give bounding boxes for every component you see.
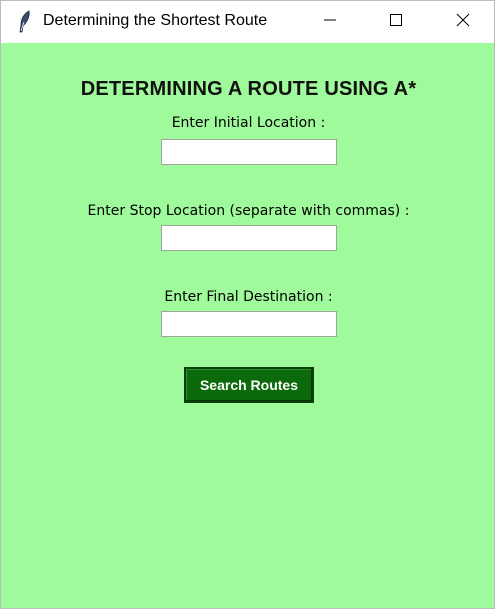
final-destination-label: Enter Final Destination : [164, 289, 333, 305]
main-content: DETERMINING A ROUTE USING A* Enter Initi… [1, 43, 494, 608]
minimize-icon [323, 13, 337, 32]
title-bar[interactable]: Determining the Shortest Route [1, 1, 494, 43]
maximize-button[interactable] [373, 1, 419, 43]
feather-icon [15, 10, 35, 34]
search-routes-button[interactable]: Search Routes [184, 367, 314, 403]
initial-location-label: Enter Initial Location : [171, 115, 326, 131]
initial-location-input[interactable] [161, 139, 337, 165]
app-window: Determining the Shortest Route DETERMINI… [0, 0, 495, 609]
maximize-icon [389, 13, 403, 32]
minimize-button[interactable] [307, 1, 353, 43]
stop-location-input[interactable] [161, 225, 337, 251]
close-icon [456, 13, 470, 32]
close-button[interactable] [440, 1, 486, 43]
window-title: Determining the Shortest Route [43, 12, 268, 29]
final-destination-input[interactable] [161, 311, 337, 337]
page-title: DETERMINING A ROUTE USING A* [80, 78, 417, 100]
stop-location-label: Enter Stop Location (separate with comma… [87, 203, 410, 219]
